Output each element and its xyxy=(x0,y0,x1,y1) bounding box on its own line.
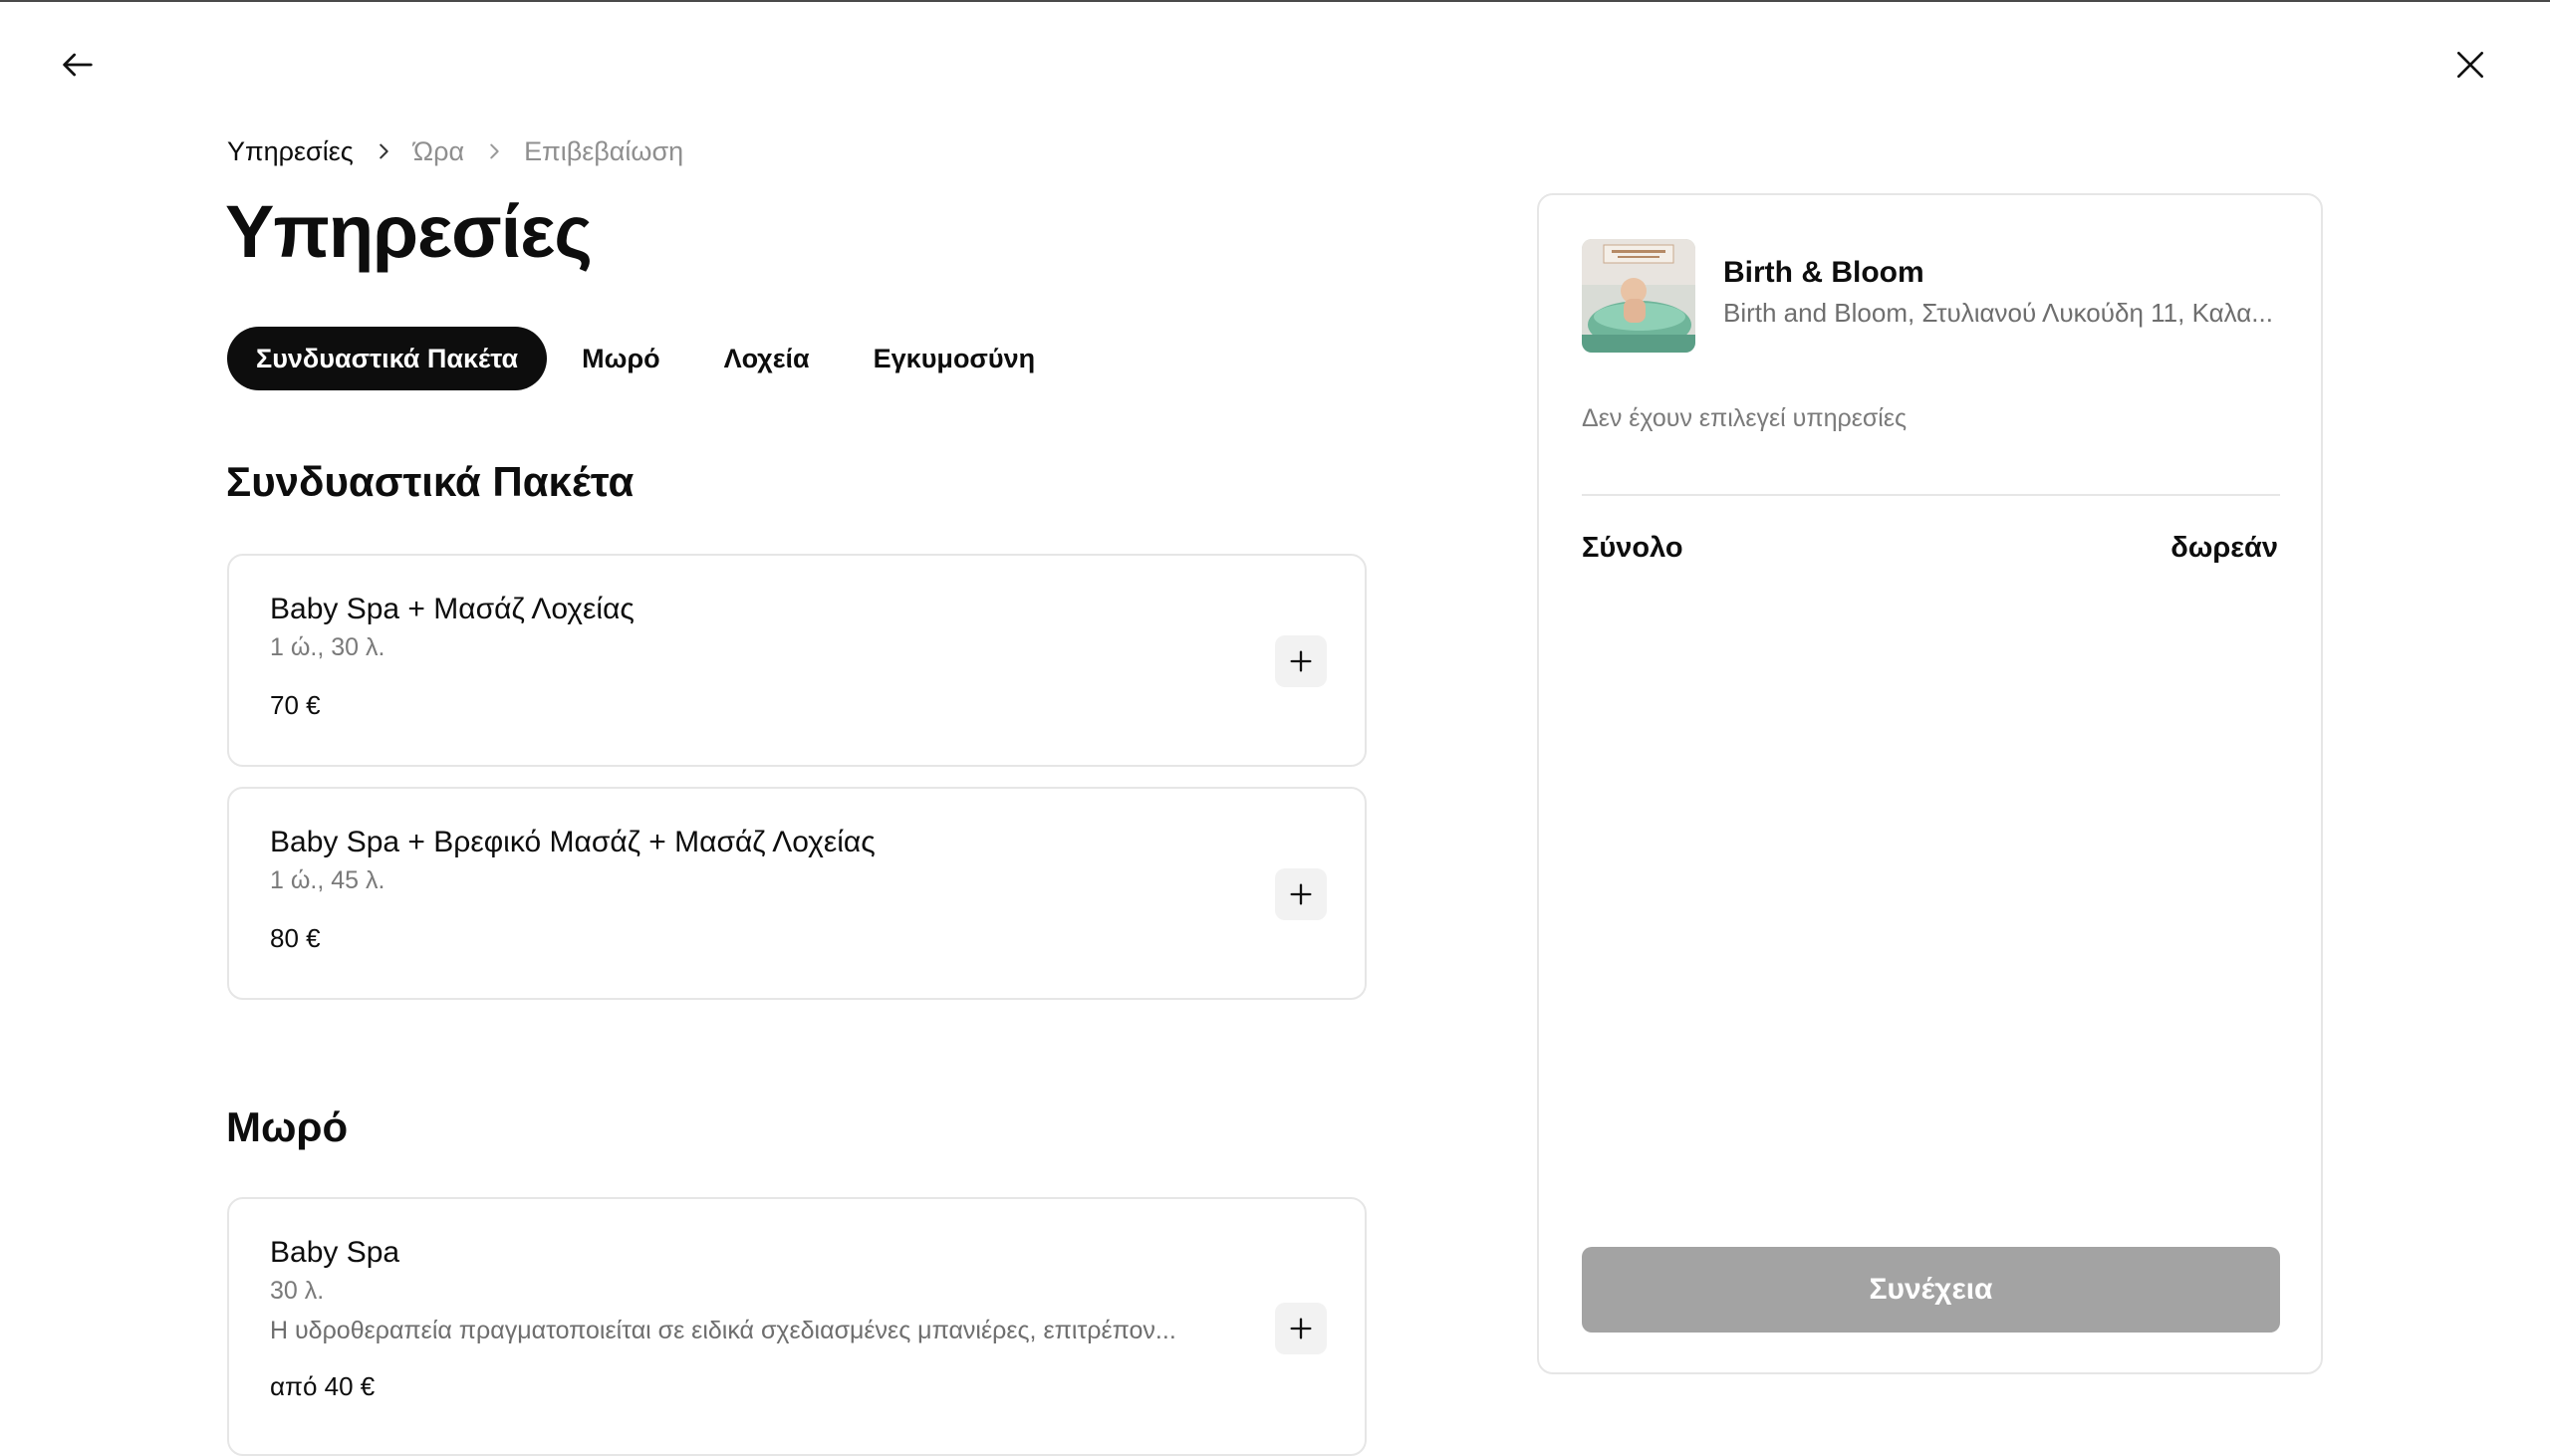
tab-postpartum[interactable]: Λοχεία xyxy=(695,327,839,390)
close-icon xyxy=(2457,52,2483,78)
plus-icon xyxy=(1290,650,1312,672)
breadcrumb-item-services[interactable]: Υπηρεσίες xyxy=(227,136,354,167)
chevron-right-icon xyxy=(464,140,524,162)
add-service-button[interactable] xyxy=(1275,635,1327,687)
category-tabs: Συνδυαστικά Πακέτα Μωρό Λοχεία Εγκυμοσύν… xyxy=(227,327,1070,390)
service-duration: 1 ώ., 45 λ. xyxy=(270,866,385,894)
add-service-button[interactable] xyxy=(1275,868,1327,920)
service-price: από 40 € xyxy=(270,1371,376,1401)
page-title: Υπηρεσίες xyxy=(225,190,593,273)
tab-baby[interactable]: Μωρό xyxy=(553,327,689,390)
service-price: 80 € xyxy=(270,923,321,953)
service-duration: 1 ώ., 30 λ. xyxy=(270,633,385,661)
chevron-right-icon xyxy=(354,140,413,162)
breadcrumb-item-time: Ώρα xyxy=(412,135,465,166)
service-description: Η υδροθεραπεία πραγματοποιείται σε ειδικ… xyxy=(270,1317,1176,1344)
summary-divider xyxy=(1582,494,2280,496)
section-title-baby: Μωρό xyxy=(226,1103,349,1150)
back-button[interactable] xyxy=(46,33,110,97)
close-button[interactable] xyxy=(2438,33,2502,97)
plus-icon xyxy=(1290,883,1312,905)
section-title-combo-packages: Συνδυαστικά Πακέτα xyxy=(226,458,635,505)
tab-combo-packages[interactable]: Συνδυαστικά Πακέτα xyxy=(227,327,548,390)
arrow-left-icon xyxy=(63,53,93,77)
service-price: 70 € xyxy=(270,690,321,720)
breadcrumb: Υπηρεσίες Ώρα Επιβεβαίωση xyxy=(227,131,683,171)
plus-icon xyxy=(1290,1318,1312,1339)
breadcrumb-item-confirmation: Επιβεβαίωση xyxy=(524,135,684,166)
booking-summary-panel: Birth & Bloom Birth and Bloom, Στυλιανού… xyxy=(1537,193,2323,1374)
total-value: δωρεάν xyxy=(2170,532,2278,564)
service-card[interactable]: Baby Spa + Μασάζ Λοχείας 1 ώ., 30 λ. 70 … xyxy=(227,554,1367,767)
service-card[interactable]: Baby Spa + Βρεφικό Μασάζ + Μασάζ Λοχείας… xyxy=(227,787,1367,1000)
venue-thumbnail xyxy=(1582,239,1695,353)
service-name: Baby Spa + Βρεφικό Μασάζ + Μασάζ Λοχείας xyxy=(270,826,876,858)
service-name: Baby Spa + Μασάζ Λοχείας xyxy=(270,593,635,625)
continue-button[interactable]: Συνέχεια xyxy=(1582,1247,2280,1333)
add-service-button[interactable] xyxy=(1275,1303,1327,1354)
service-name: Baby Spa xyxy=(270,1236,400,1269)
service-card[interactable]: Baby Spa 30 λ. Η υδροθεραπεία πραγματοπο… xyxy=(227,1197,1367,1456)
venue-address: Birth and Bloom, Στυλιανού Λυκούδη 11, Κ… xyxy=(1723,298,2273,328)
total-label: Σύνολο xyxy=(1582,532,1683,564)
no-services-selected-text: Δεν έχουν επιλεγεί υπηρεσίες xyxy=(1582,404,1908,432)
top-border xyxy=(0,0,2550,2)
tab-pregnancy[interactable]: Εγκυμοσύνη xyxy=(845,327,1065,390)
venue-name: Birth & Bloom xyxy=(1723,256,1924,289)
service-duration: 30 λ. xyxy=(270,1277,325,1305)
